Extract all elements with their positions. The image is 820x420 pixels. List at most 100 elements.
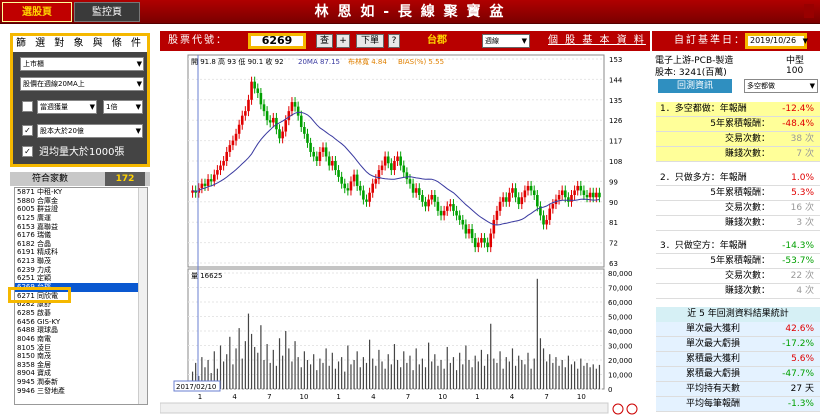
- volume-checkbox[interactable]: [22, 101, 33, 112]
- candle-body: [439, 210, 443, 216]
- price-tick-label: 126: [609, 117, 623, 125]
- list-scrollbar[interactable]: [138, 188, 147, 404]
- candle-body: [588, 192, 592, 198]
- volume-tick-label: 10,000: [608, 372, 633, 380]
- stock-list-item[interactable]: 9946 三發地產: [15, 387, 147, 396]
- candle-body: [408, 179, 412, 184]
- candle-body: [557, 195, 561, 200]
- candle-body: [349, 181, 353, 191]
- candle-body: [595, 192, 598, 198]
- price-tick-label: 81: [609, 219, 618, 227]
- candle-body: [504, 197, 508, 202]
- tab-stock-picking[interactable]: 選股頁: [2, 2, 72, 22]
- candle-body: [492, 219, 496, 234]
- chevron-down-icon: ▼: [521, 37, 527, 45]
- period-select[interactable]: 週線 ▼: [482, 34, 530, 48]
- x-month-tick: 1: [475, 393, 479, 401]
- stock-list-item[interactable]: 6213 聯茂: [15, 257, 147, 266]
- chart-toolbar: 股票代號： 6269 查 + 下單 ? 台郡 週線 ▼ 個 股 基 本 資 料: [160, 31, 650, 51]
- stock-list-item[interactable]: 6488 環球晶: [15, 326, 147, 335]
- stock-list-item[interactable]: 6285 啟碁: [15, 309, 147, 318]
- capital-checkbox[interactable]: ✓: [22, 125, 33, 136]
- volume-select[interactable]: 當週獲量 ▼: [37, 100, 97, 114]
- market-select[interactable]: 上市櫃 ▼: [20, 57, 144, 71]
- stats-label: 累積最大虧損: [686, 369, 741, 379]
- stock-list-item[interactable]: 8904 寶成: [15, 369, 147, 378]
- capital-select-value: 股本大於20億: [40, 127, 84, 135]
- tab-monitor[interactable]: 監控頁: [74, 2, 140, 22]
- candle-body: [467, 229, 471, 234]
- zoom-in-icon[interactable]: [612, 403, 624, 415]
- x-month-tick: 1: [198, 393, 202, 401]
- volume-tick-label: 70,000: [608, 285, 633, 293]
- add-button[interactable]: +: [336, 34, 350, 48]
- stock-list-item[interactable]: 6153 嘉聯益: [15, 223, 147, 232]
- stock-list-item[interactable]: 6251 定穎: [15, 274, 147, 283]
- stats-row: 平均持有天數 27 天: [656, 382, 820, 397]
- volume-tick-label: 60,000: [608, 299, 633, 307]
- stock-code-input[interactable]: 6269: [248, 33, 306, 49]
- x-month-tick: 10: [300, 393, 309, 401]
- ma-label: 20MA 87.15: [298, 58, 340, 66]
- x-month-tick: 7: [406, 393, 410, 401]
- candle-body: [228, 145, 232, 152]
- filter-title: 篩 選 對 象 與 條 件: [13, 36, 147, 52]
- candle-body: [362, 190, 365, 200]
- price-tick-label: 108: [609, 158, 622, 166]
- candle-body: [380, 165, 384, 171]
- candle-body: [383, 156, 387, 166]
- candle-body: [563, 190, 567, 198]
- stock-list-item[interactable]: 5871 中租-KY: [15, 188, 147, 197]
- condition-ma-select[interactable]: 股價在週線20MA上 ▼: [20, 77, 144, 91]
- stock-list-item[interactable]: 6125 廣運: [15, 214, 147, 223]
- candle-body: [309, 142, 312, 152]
- candle-body: [247, 99, 250, 112]
- avg-volume-checkbox[interactable]: ✓: [22, 146, 33, 157]
- help-button[interactable]: ?: [388, 34, 400, 48]
- win-count: 3 次: [796, 218, 814, 228]
- candle-body: [464, 224, 468, 234]
- backtest-mode-select[interactable]: 多空都做 ▼: [744, 79, 818, 93]
- candle-body: [452, 204, 455, 211]
- base-date-input[interactable]: 2019/10/26 ▼: [745, 33, 808, 49]
- candle-body: [281, 131, 284, 139]
- candle-body: [567, 197, 570, 202]
- candle-body: [591, 192, 595, 198]
- stock-list-item[interactable]: 6005 群益證: [15, 205, 147, 214]
- candle-body: [473, 238, 477, 248]
- candle-body: [253, 81, 256, 89]
- candle-body: [331, 161, 334, 166]
- stock-list-item[interactable]: 5880 合庫金: [15, 197, 147, 206]
- price-tick-label: 72: [609, 240, 618, 248]
- candle-body: [523, 190, 527, 198]
- stock-list-item[interactable]: 8046 南電: [15, 335, 147, 344]
- market-select-value: 上市櫃: [23, 60, 44, 68]
- price-chart[interactable]: 153 144 135 126 117 108 99 90 81 72 63 80,000 70,000…: [159, 51, 650, 417]
- candle-body: [290, 102, 294, 112]
- candle-body: [324, 147, 328, 157]
- selected-stock-highlight: [8, 287, 71, 303]
- cursor-date-label: 2017/02/10: [176, 383, 216, 391]
- order-button[interactable]: 下單: [356, 34, 384, 48]
- query-button[interactable]: 查: [316, 34, 333, 48]
- filter-panel: 篩 選 對 象 與 條 件 上市櫃 ▼ 股價在週線20MA上 ▼ 當週獲量 ▼ 1倍 ▼…: [10, 33, 150, 167]
- candle-body: [529, 185, 533, 191]
- stats-label: 累積最大獲利: [686, 354, 741, 364]
- stock-list-item[interactable]: 6176 瑞儀: [15, 231, 147, 240]
- zoom-out-icon[interactable]: [626, 403, 638, 415]
- capital-select[interactable]: 股本大於20億 ▼: [37, 124, 143, 138]
- volume-multiplier-select[interactable]: 1倍 ▼: [103, 100, 143, 114]
- stats-value: -17.2%: [782, 339, 814, 349]
- stock-list-item[interactable]: 9945 潤泰新: [15, 378, 147, 387]
- chart-scrollbar[interactable]: [159, 402, 609, 414]
- stock-basic-info-link[interactable]: 個 股 基 本 資 料: [548, 31, 646, 51]
- stock-list-item[interactable]: 8105 凌巨: [15, 344, 147, 353]
- stock-list-item[interactable]: 6456 GIS-KY: [15, 318, 147, 327]
- candle-body: [352, 174, 356, 182]
- candle-body: [390, 163, 393, 171]
- candle-body: [321, 147, 325, 152]
- volume-tick-label: 30,000: [608, 343, 633, 351]
- stock-list-item[interactable]: 6191 精成科: [15, 248, 147, 257]
- stock-list-item[interactable]: 8150 南茂: [15, 352, 147, 361]
- candle-body: [489, 233, 493, 248]
